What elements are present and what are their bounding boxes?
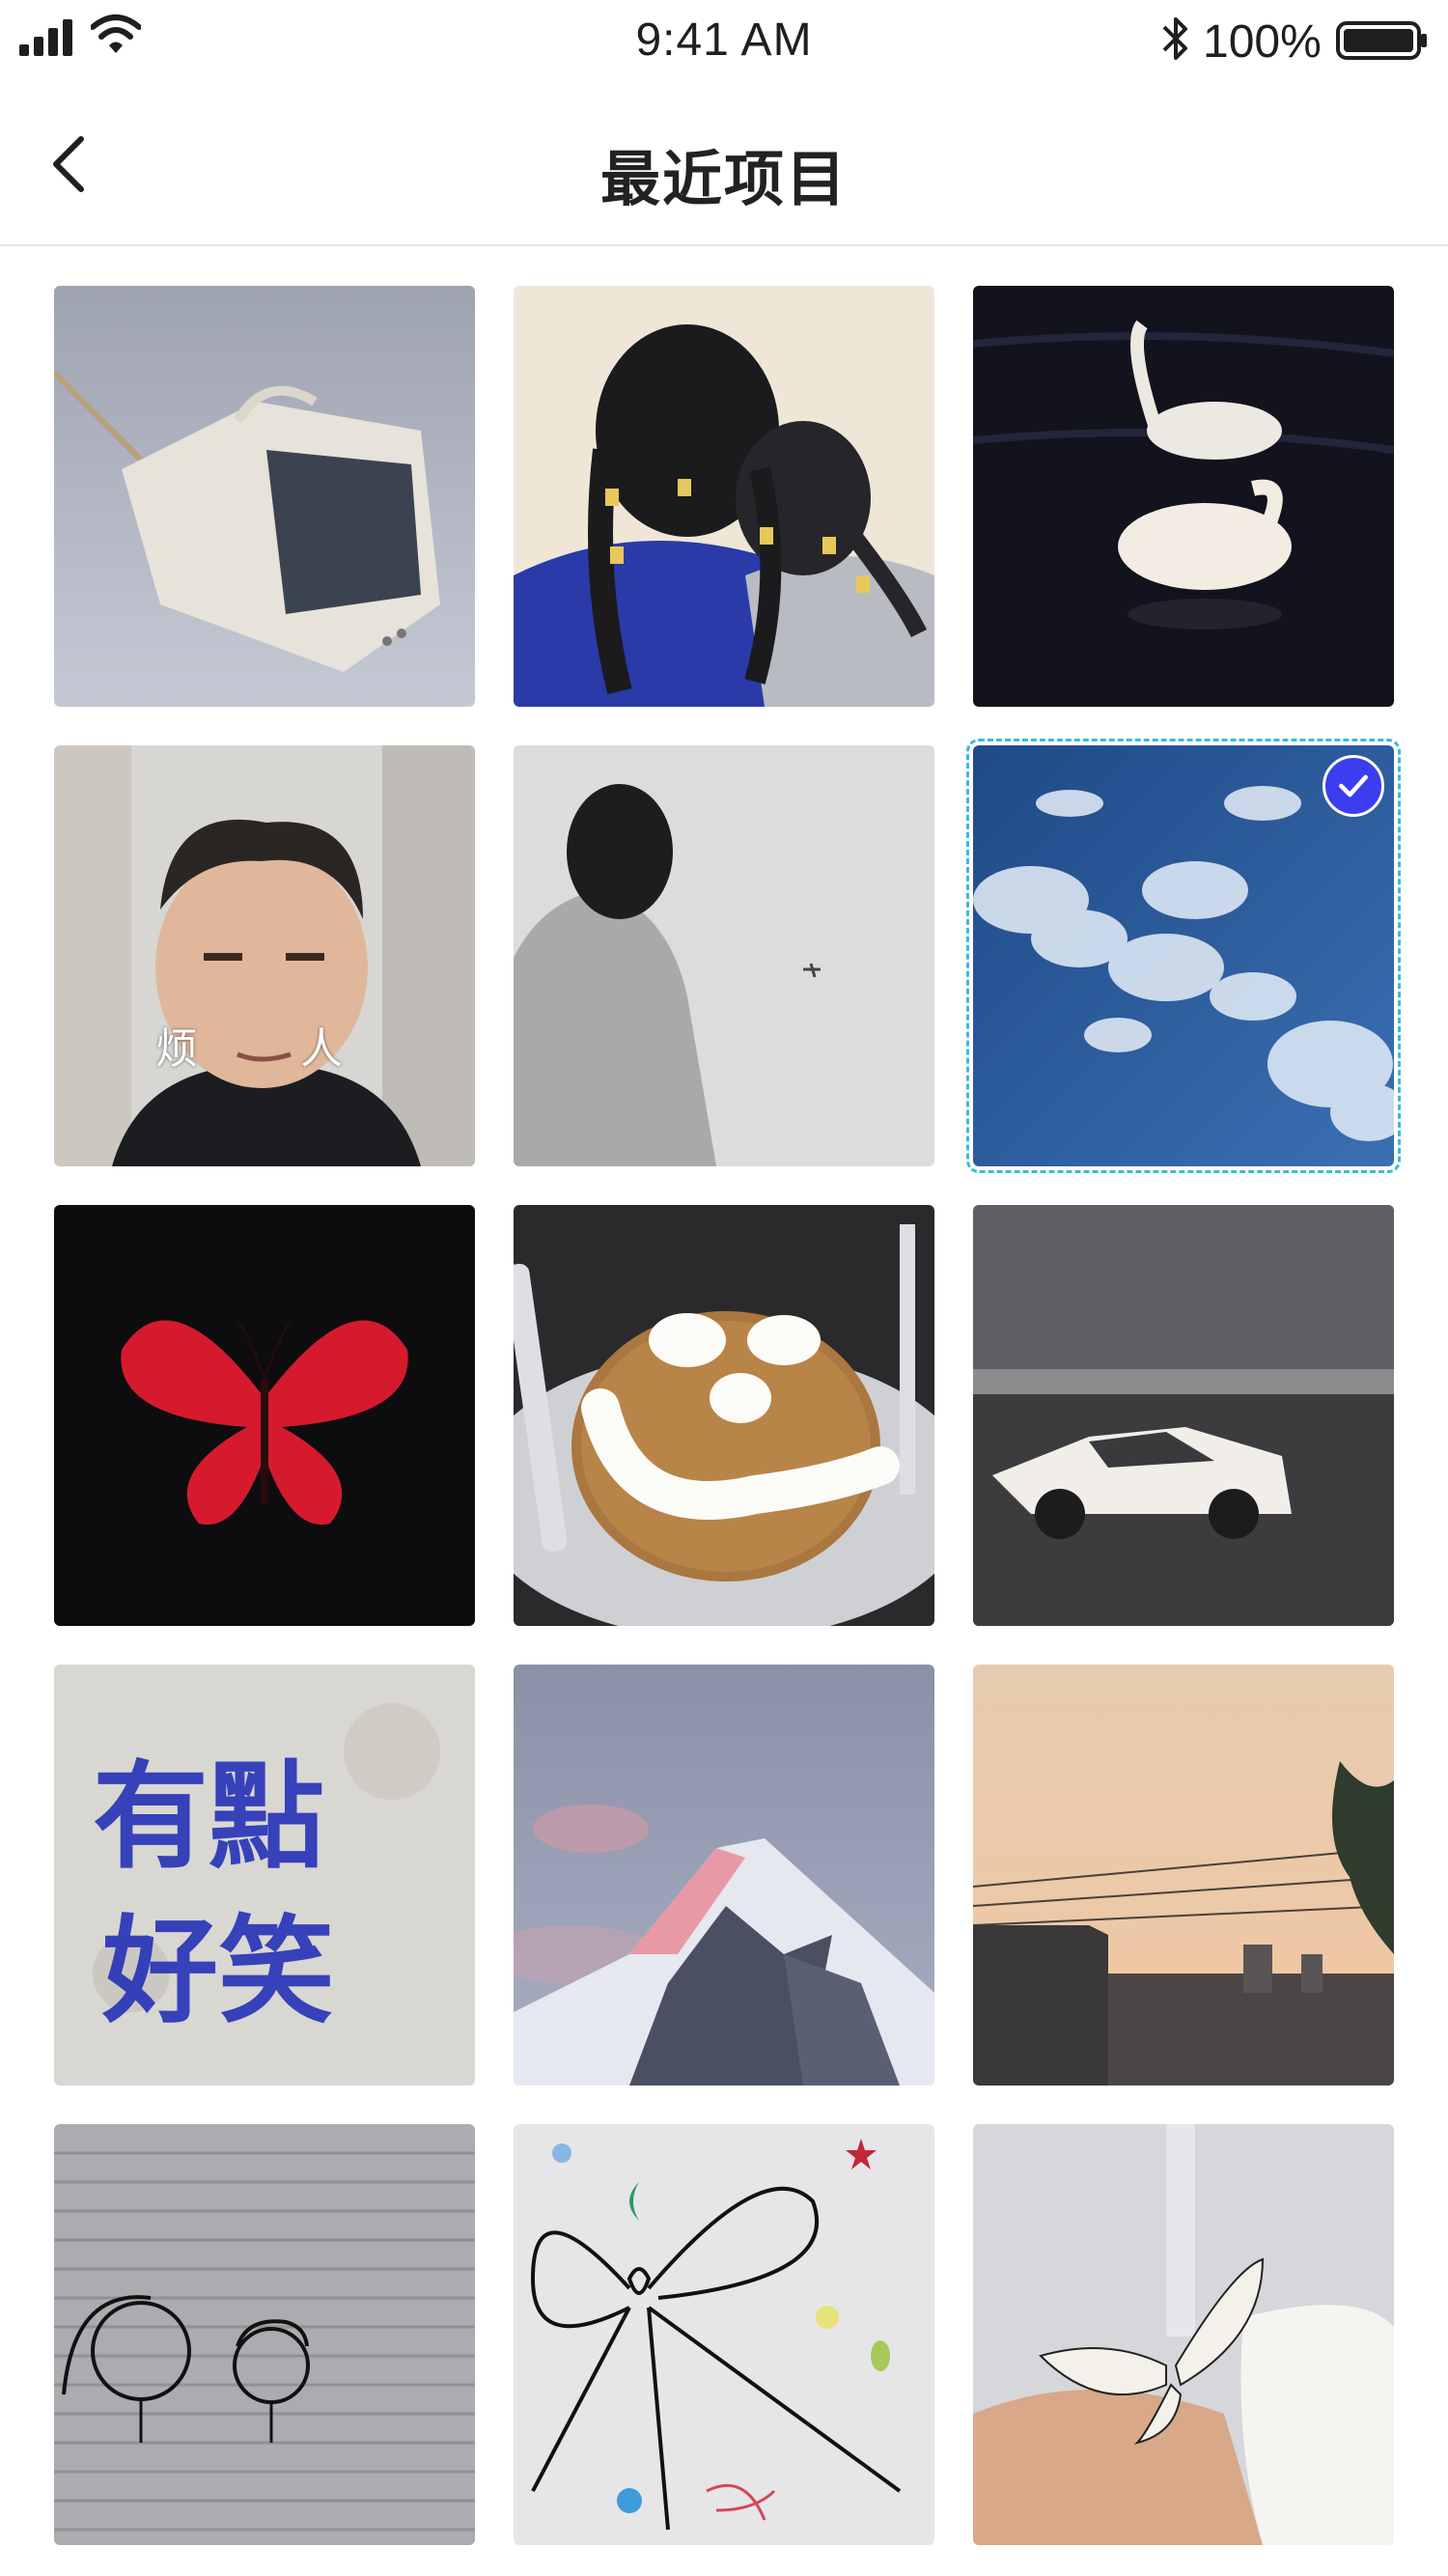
- photo-tile-graffiti-wall[interactable]: 有點 好笑: [54, 1665, 475, 2086]
- page-title: 最近项目: [599, 147, 848, 213]
- screen: 9:41 AM 100% 最近项目 烦 人 有點 好笑: [0, 0, 1448, 2576]
- swans-image: [973, 286, 1394, 707]
- selected-checkmark-icon: [1323, 755, 1384, 817]
- vintage-tv-image: [54, 286, 475, 707]
- photo-tile-braided-hair[interactable]: [514, 286, 934, 707]
- graffiti-text-line1: 有點: [93, 1749, 324, 1885]
- graffiti-text-line2: 好笑: [102, 1903, 334, 2039]
- braided-hair-image: [514, 286, 934, 707]
- meme-caption-left: 烦: [155, 1024, 198, 1074]
- red-butterfly-image: [54, 1205, 475, 1626]
- photo-tile-blue-sky-clouds[interactable]: [966, 739, 1401, 1173]
- photo-tile-ribbon-drawing[interactable]: [514, 2124, 934, 2545]
- photo-grid: 烦 人 有點 好笑: [0, 286, 1448, 2576]
- ribbon-drawing-image: [514, 2124, 934, 2545]
- photo-tile-white-butterfly[interactable]: [973, 2124, 1394, 2545]
- photo-tile-drawn-car[interactable]: [973, 1205, 1394, 1626]
- photo-tile-swans[interactable]: [973, 286, 1394, 707]
- shutter-doodle-image: [54, 2124, 475, 2545]
- navigation-bar: 最近项目: [0, 82, 1448, 246]
- photo-tile-man-meme[interactable]: 烦 人: [54, 745, 475, 1166]
- person-plane-image: [514, 745, 934, 1166]
- smiley-pancake-image: [514, 1205, 934, 1626]
- drawn-car-image: [973, 1205, 1394, 1626]
- sunset-city-image: [973, 1665, 1394, 2086]
- photo-tile-sunset-city[interactable]: [973, 1665, 1394, 2086]
- photo-tile-snowy-mountain[interactable]: [514, 1665, 934, 2086]
- photo-tile-vintage-tv[interactable]: [54, 286, 475, 707]
- battery-icon: [1336, 21, 1427, 60]
- battery-percent: 100%: [1203, 16, 1322, 68]
- photo-tile-smiley-pancake[interactable]: [514, 1205, 934, 1626]
- meme-caption-right: 人: [300, 1024, 343, 1074]
- white-butterfly-image: [973, 2124, 1394, 2545]
- man-meme-image: [54, 745, 475, 1166]
- snowy-mountain-image: [514, 1665, 934, 2086]
- photo-tile-red-butterfly[interactable]: [54, 1205, 475, 1626]
- photo-tile-person-plane[interactable]: [514, 745, 934, 1166]
- status-bar: 9:41 AM 100%: [0, 0, 1448, 82]
- photo-tile-shutter-doodle[interactable]: [54, 2124, 475, 2545]
- bluetooth-icon: [1162, 17, 1187, 60]
